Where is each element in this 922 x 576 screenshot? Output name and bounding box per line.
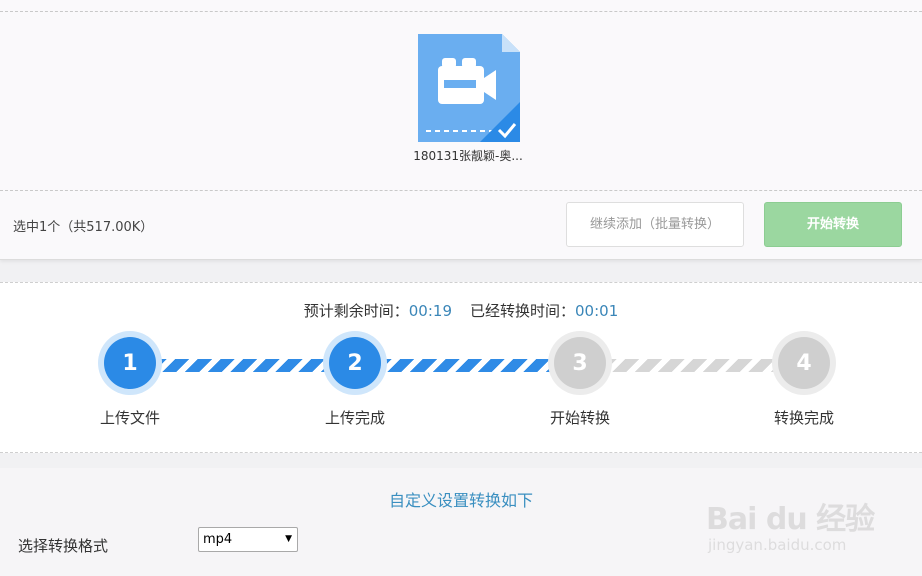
step-2-number: 2 <box>329 337 381 389</box>
divider <box>0 190 922 191</box>
step-3-number: 3 <box>554 337 606 389</box>
baidu-watermark: Bai du 经验 jingyan.baidu.com <box>706 474 876 564</box>
upload-panel: 180131张靓颖-奥... 选中1个（共517.00K） 继续添加（批量转换）… <box>0 0 922 260</box>
progress-track-1 <box>130 359 355 372</box>
add-more-button[interactable]: 继续添加（批量转换） <box>566 202 744 247</box>
step-1-circle: 1 <box>98 331 162 395</box>
step-3-circle: 3 <box>548 331 612 395</box>
format-label: 选择转换格式 <box>18 537 109 555</box>
start-convert-button[interactable]: 开始转换 <box>764 202 902 247</box>
step-4-circle: 4 <box>772 331 836 395</box>
format-select-value: mp4 <box>203 532 233 547</box>
step-4-label: 转换完成 <box>773 409 834 427</box>
remaining-label: 预计剩余时间： <box>303 302 409 320</box>
video-file-icon <box>416 34 520 142</box>
elapsed-label: 已经转换时间： <box>470 302 576 320</box>
step-3-label: 开始转换 <box>549 409 610 427</box>
step-1-label: 上传文件 <box>99 409 160 427</box>
watermark-logo: Bai du 经验 <box>706 502 875 537</box>
file-card[interactable]: 180131张靓颖-奥... <box>405 34 531 164</box>
step-2-label: 上传完成 <box>324 409 385 427</box>
remaining-value: 00:19 <box>408 302 452 320</box>
step-1-number: 1 <box>104 337 156 389</box>
progress-track-2 <box>355 359 580 372</box>
progress-track-3 <box>580 359 804 372</box>
selection-summary: 选中1个（共517.00K） <box>13 220 154 235</box>
time-row: 预计剩余时间：00:19 已经转换时间：00:01 <box>0 300 922 321</box>
progress-panel: 预计剩余时间：00:19 已经转换时间：00:01 1 2 3 4 上传文件 上传… <box>0 282 922 453</box>
step-4-number: 4 <box>778 337 830 389</box>
format-select[interactable]: mp4 ▼ <box>198 527 298 552</box>
file-name: 180131张靓颖-奥... <box>413 149 523 163</box>
watermark-url: jingyan.baidu.com <box>708 536 847 554</box>
step-2-circle: 2 <box>323 331 387 395</box>
divider <box>0 11 922 12</box>
elapsed-value: 00:01 <box>575 302 619 320</box>
dropdown-arrow-icon: ▼ <box>285 534 292 544</box>
